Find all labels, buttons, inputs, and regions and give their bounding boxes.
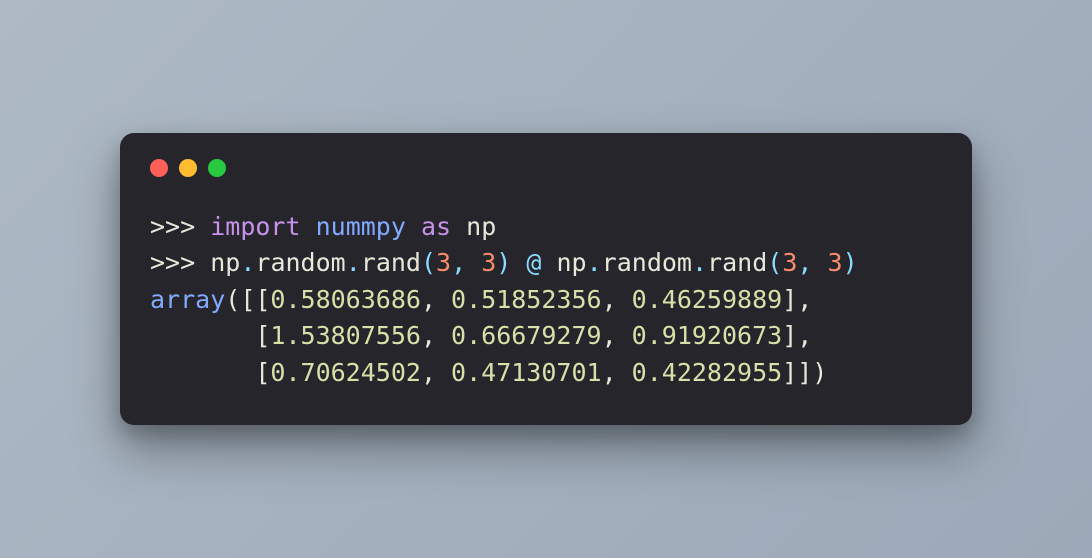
maximize-icon[interactable] bbox=[208, 159, 226, 177]
punct: . bbox=[240, 248, 255, 277]
punct: , bbox=[421, 321, 451, 350]
punct: . bbox=[692, 248, 707, 277]
minimize-icon[interactable] bbox=[179, 159, 197, 177]
window-titlebar bbox=[150, 159, 942, 177]
punct: ) bbox=[496, 248, 511, 277]
identifier: np bbox=[210, 248, 240, 277]
punct: . bbox=[346, 248, 361, 277]
identifier: np bbox=[557, 248, 587, 277]
punct: ], bbox=[782, 285, 812, 314]
punct: . bbox=[587, 248, 602, 277]
code-line-2: >>> np.random.rand(3, 3) @ np.random.ran… bbox=[150, 248, 858, 277]
output-number: 0.46259889 bbox=[632, 285, 783, 314]
output-line-1: array([[0.58063686, 0.51852356, 0.462598… bbox=[150, 285, 812, 314]
operator: @ bbox=[511, 248, 556, 277]
punct: , bbox=[421, 285, 451, 314]
keyword-import: import bbox=[210, 212, 300, 241]
output-number: 1.53807556 bbox=[270, 321, 421, 350]
identifier: rand bbox=[707, 248, 767, 277]
indent: [ bbox=[150, 358, 270, 387]
code-block: >>> import nummpy as np >>> np.random.ra… bbox=[150, 209, 942, 392]
output-number: 0.42282955 bbox=[632, 358, 783, 387]
identifier: random bbox=[255, 248, 345, 277]
punct: , bbox=[602, 358, 632, 387]
punct: ) bbox=[843, 248, 858, 277]
punct: ]]) bbox=[782, 358, 827, 387]
identifier: rand bbox=[361, 248, 421, 277]
punct: ( bbox=[421, 248, 436, 277]
punct: , bbox=[451, 248, 481, 277]
output-number: 0.47130701 bbox=[451, 358, 602, 387]
punct: , bbox=[602, 285, 632, 314]
identifier: random bbox=[602, 248, 692, 277]
terminal-window: >>> import nummpy as np >>> np.random.ra… bbox=[120, 133, 972, 426]
output-number: 0.91920673 bbox=[632, 321, 783, 350]
output-number: 0.58063686 bbox=[270, 285, 421, 314]
prompt: >>> bbox=[150, 212, 210, 241]
indent: [ bbox=[150, 321, 270, 350]
output-line-2: [1.53807556, 0.66679279, 0.91920673], bbox=[150, 321, 812, 350]
output-number: 0.70624502 bbox=[270, 358, 421, 387]
output-number: 0.51852356 bbox=[451, 285, 602, 314]
close-icon[interactable] bbox=[150, 159, 168, 177]
punct: , bbox=[797, 248, 827, 277]
output-number: 0.66679279 bbox=[451, 321, 602, 350]
number: 3 bbox=[828, 248, 843, 277]
output-line-3: [0.70624502, 0.47130701, 0.42282955]]) bbox=[150, 358, 827, 387]
alias: np bbox=[466, 212, 496, 241]
punct: ], bbox=[782, 321, 812, 350]
number: 3 bbox=[782, 248, 797, 277]
punct: ( bbox=[767, 248, 782, 277]
punct: , bbox=[602, 321, 632, 350]
keyword-as: as bbox=[421, 212, 451, 241]
array-keyword: array bbox=[150, 285, 225, 314]
module-name: nummpy bbox=[316, 212, 406, 241]
number: 3 bbox=[481, 248, 496, 277]
punct: ([[ bbox=[225, 285, 270, 314]
number: 3 bbox=[436, 248, 451, 277]
code-line-1: >>> import nummpy as np bbox=[150, 212, 496, 241]
prompt: >>> bbox=[150, 248, 210, 277]
punct: , bbox=[421, 358, 451, 387]
